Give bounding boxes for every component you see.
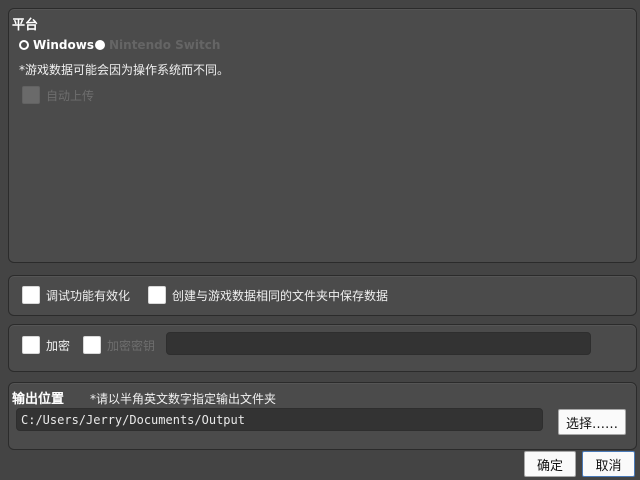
debug-checkbox[interactable] (22, 286, 40, 304)
radio-unselected-icon[interactable] (95, 40, 105, 50)
options-panel: 调试功能有效化 创建与游戏数据相同的文件夹中保存数据 (8, 275, 637, 316)
encryption-key-checkbox[interactable] (83, 336, 101, 354)
radio-selected-icon[interactable] (19, 40, 29, 50)
ok-button[interactable]: 确定 (524, 451, 576, 477)
save-folder-checkbox[interactable] (148, 286, 166, 304)
output-panel: 输出位置 *请以半角英文数字指定输出文件夹 选择…… (8, 382, 637, 450)
encrypt-label: 加密 (46, 339, 71, 353)
encryption-key-input[interactable] (166, 332, 591, 355)
choose-folder-button[interactable]: 选择…… (558, 409, 626, 435)
encryption-key-label: 加密密钥 (107, 339, 156, 353)
cancel-button[interactable]: 取消 (582, 451, 635, 477)
output-title: 输出位置 (12, 392, 65, 407)
encrypt-checkbox[interactable] (22, 336, 40, 354)
platform-title: 平台 (12, 18, 39, 33)
encryption-panel: 加密 加密密钥 (8, 324, 637, 372)
auto-upload-checkbox[interactable] (22, 86, 40, 104)
debug-label: 调试功能有效化 (46, 289, 131, 303)
platform-panel: 平台 Windows Nintendo Switch *游戏数据可能会因为操作系… (8, 8, 637, 263)
output-path-input[interactable] (16, 408, 543, 431)
save-folder-label: 创建与游戏数据相同的文件夹中保存数据 (172, 289, 389, 303)
output-hint: *请以半角英文数字指定输出文件夹 (90, 392, 277, 406)
radio-windows-label[interactable]: Windows (33, 38, 94, 52)
radio-nintendo-switch-label[interactable]: Nintendo Switch (109, 38, 220, 52)
platform-note: *游戏数据可能会因为操作系统而不同。 (19, 63, 230, 77)
auto-upload-label: 自动上传 (46, 89, 95, 103)
